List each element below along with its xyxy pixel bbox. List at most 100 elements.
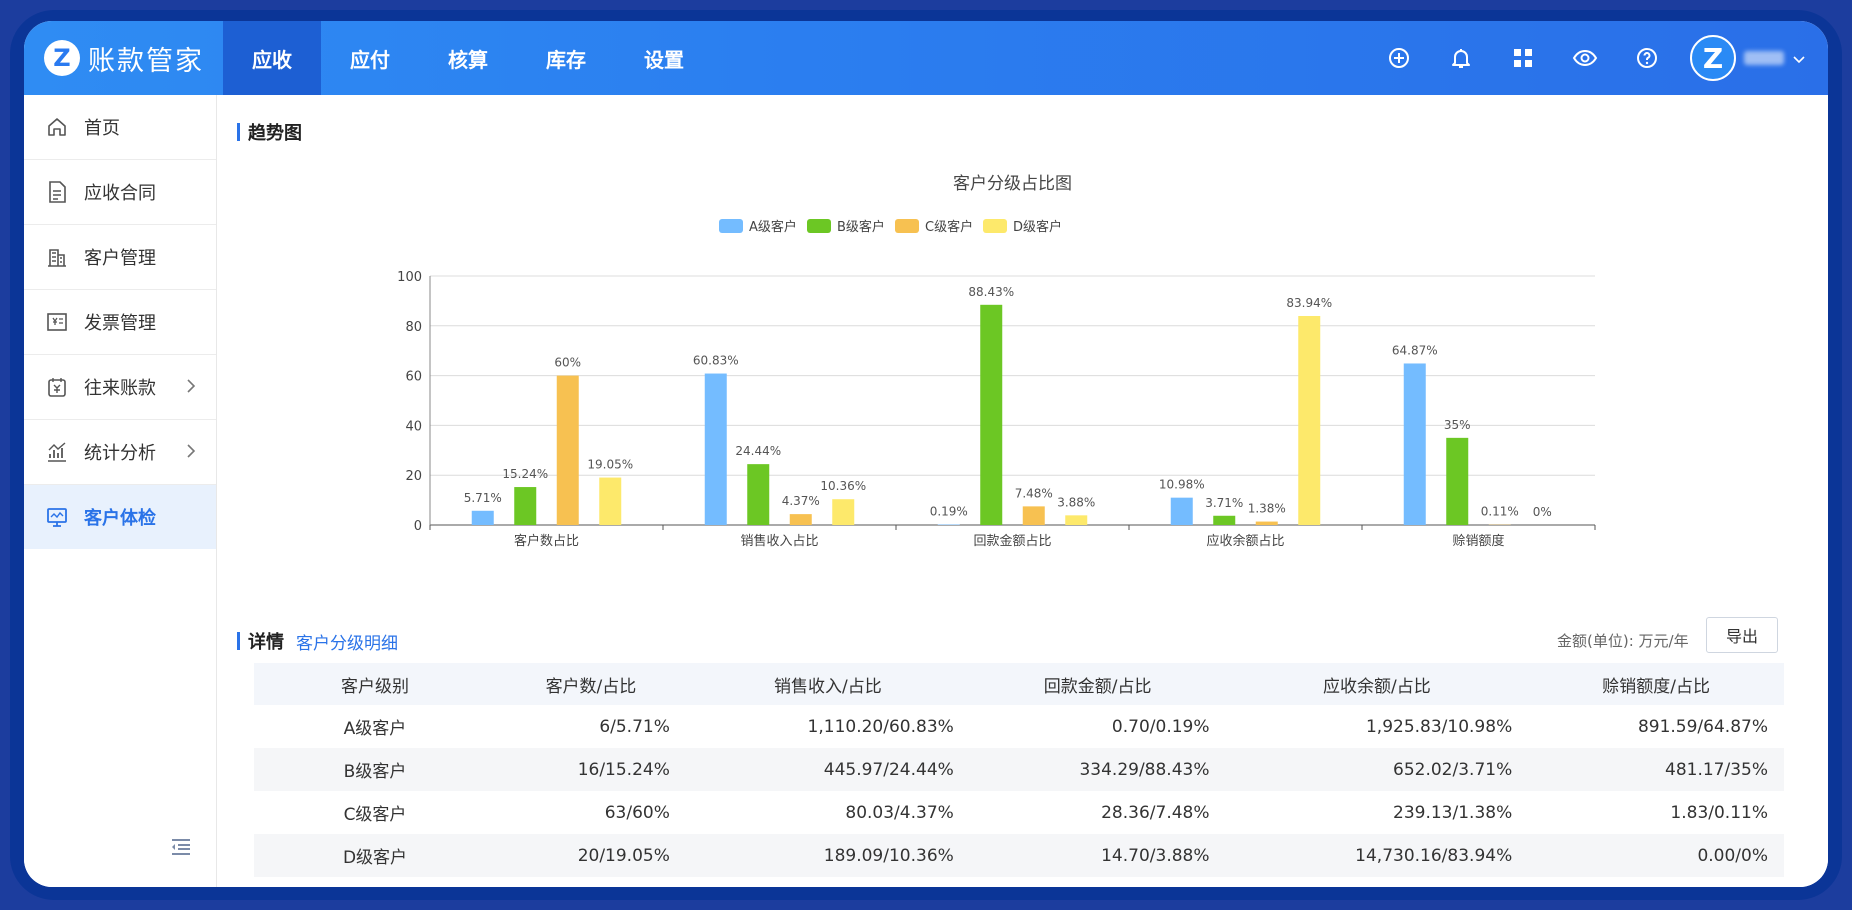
nav-item-payable[interactable]: 应付	[321, 21, 419, 95]
col-header-sales[interactable]: 销售收入/占比	[685, 663, 970, 705]
plus-circle-icon[interactable]	[1368, 21, 1430, 95]
customer-grade-detail-link[interactable]: 客户分级明细	[296, 629, 398, 654]
cell-credit: 891.59/64.87%	[1637, 716, 1768, 737]
sidebar-item-label: 客户体检	[84, 508, 156, 529]
sidebar-item-contracts[interactable]: 应收合同	[24, 160, 216, 225]
bar[interactable]	[514, 487, 537, 525]
user-name-blurred[interactable]	[1744, 51, 1784, 65]
bar-data-label: 0.11%	[1481, 505, 1519, 519]
bar[interactable]	[789, 514, 812, 525]
detail-section-title: 详情 客户分级明细	[237, 628, 398, 654]
bar[interactable]	[1255, 521, 1278, 525]
x-category-label: 客户数占比	[514, 533, 579, 549]
help-icon[interactable]	[1616, 21, 1678, 95]
legend-swatch[interactable]	[983, 219, 1007, 233]
y-tick-label: 60	[405, 370, 422, 385]
bar-data-label: 10.98%	[1159, 478, 1205, 492]
x-category-label: 销售收入占比	[740, 533, 818, 549]
cell-sales: 1,110.20/60.83%	[807, 716, 954, 737]
sidebar-item-label: 客户管理	[84, 248, 156, 269]
nav-item-inventory[interactable]: 库存	[517, 21, 615, 95]
legend-label[interactable]: B级客户	[837, 219, 885, 235]
bar-data-label: 83.94%	[1286, 296, 1332, 310]
cell-grade: D级客户	[254, 834, 496, 877]
legend-label[interactable]: C级客户	[925, 219, 973, 235]
chart-title: 客户分级占比图	[953, 174, 1072, 194]
bar[interactable]	[1022, 506, 1045, 525]
bar-data-label: 0%	[1533, 505, 1552, 519]
bar[interactable]	[1065, 515, 1088, 525]
x-category-label: 赊销额度	[1452, 533, 1504, 549]
sidebar-item-accounts[interactable]: 往来账款	[24, 355, 216, 420]
bar[interactable]	[1170, 497, 1193, 525]
bar[interactable]	[556, 375, 579, 525]
chevron-down-icon[interactable]	[1792, 49, 1806, 68]
document-icon	[44, 179, 70, 205]
cell-grade: B级客户	[254, 748, 496, 791]
user-avatar[interactable]: Z	[1690, 35, 1736, 81]
legend-swatch[interactable]	[807, 219, 831, 233]
bar-data-label: 5.71%	[464, 491, 502, 505]
collapse-sidebar-icon[interactable]	[170, 837, 192, 861]
bar[interactable]	[1403, 363, 1426, 525]
bar[interactable]	[832, 499, 855, 525]
col-header-credit[interactable]: 赊销额度/占比	[1528, 663, 1784, 705]
bar[interactable]	[471, 510, 494, 525]
apps-grid-icon[interactable]	[1492, 21, 1554, 95]
col-header-receivable[interactable]: 应收余额/占比	[1225, 663, 1529, 705]
bar[interactable]	[1298, 315, 1321, 525]
sidebar-item-invoices[interactable]: 发票管理	[24, 290, 216, 355]
customer-grade-chart: 客户分级占比图 A级客户 B级客户 C级客户 D级客户 0 20 40 60 80 100 客户数占比…	[397, 174, 1596, 549]
logo-mark: Z	[44, 40, 80, 76]
bar[interactable]	[747, 464, 770, 525]
section-marker	[237, 632, 240, 650]
col-header-customer-count[interactable]: 客户数/占比	[496, 663, 686, 705]
bar[interactable]	[1446, 437, 1469, 525]
table-row[interactable]: D级客户 20/19.05% 189.09/10.36% 14.70/3.88%…	[254, 834, 1784, 877]
cell-credit: 1.83/0.11%	[1670, 802, 1768, 823]
export-button[interactable]: 导出	[1706, 617, 1778, 653]
sidebar-item-customers[interactable]: 客户管理	[24, 225, 216, 290]
legend-swatch[interactable]	[895, 219, 919, 233]
cell-customer-count: 6/5.71%	[599, 716, 670, 737]
table-row[interactable]: A级客户 6/5.71% 1,110.20/60.83% 0.70/0.19% …	[254, 705, 1784, 748]
legend-label[interactable]: A级客户	[749, 219, 797, 235]
bar[interactable]	[704, 373, 727, 525]
cell-customer-count: 20/19.05%	[496, 834, 686, 877]
bell-icon[interactable]	[1430, 21, 1492, 95]
sidebar-item-customer-checkup[interactable]: 客户体检	[24, 485, 216, 549]
table-header-row: 客户级别 客户数/占比 销售收入/占比 回款金额/占比 应收余额/占比 赊销额度…	[254, 663, 1784, 705]
bar-data-label: 1.38%	[1248, 502, 1286, 516]
legend-swatch[interactable]	[719, 219, 743, 233]
eye-icon[interactable]	[1554, 21, 1616, 95]
bar-data-label: 88.43%	[968, 285, 1014, 299]
nav-item-settings[interactable]: 设置	[615, 21, 713, 95]
col-header-collection[interactable]: 回款金额/占比	[969, 663, 1226, 705]
bar[interactable]	[980, 304, 1003, 525]
bar-data-label: 0.19%	[930, 505, 968, 519]
sidebar-item-home[interactable]: 首页	[24, 95, 216, 160]
cell-sales: 80.03/4.37%	[845, 802, 954, 823]
cell-receivable: 1,925.83/10.98%	[1365, 716, 1513, 737]
nav-item-receivable[interactable]: 应收	[223, 21, 321, 95]
header-tools: Z	[1368, 21, 1806, 95]
invoice-icon	[44, 309, 70, 335]
y-tick-label: 0	[414, 519, 422, 534]
sidebar-item-statistics[interactable]: 统计分析	[24, 420, 216, 485]
nav-item-accounting[interactable]: 核算	[419, 21, 517, 95]
cell-collection: 334.29/88.43%	[969, 748, 1226, 791]
app-window: Z 账款管家 应收 应付 核算 库存 设置 Z 首页 应收合同 客户管理 发票管…	[24, 21, 1828, 887]
x-category-label: 回款金额占比	[973, 533, 1051, 549]
bar-data-label: 3.71%	[1205, 496, 1243, 510]
bar[interactable]	[1213, 515, 1236, 525]
legend-label[interactable]: D级客户	[1013, 219, 1062, 235]
app-logo[interactable]: Z 账款管家	[44, 37, 204, 79]
bar[interactable]	[599, 477, 622, 525]
cell-customer-count: 16/15.24%	[496, 748, 686, 791]
col-header-grade[interactable]: 客户级别	[254, 663, 496, 705]
table-row[interactable]: B级客户 16/15.24% 445.97/24.44% 334.29/88.4…	[254, 748, 1784, 791]
table-row[interactable]: C级客户 63/60% 80.03/4.37% 28.36/7.48% 239.…	[254, 791, 1784, 834]
cell-grade: C级客户	[343, 805, 407, 825]
top-bar: Z 账款管家 应收 应付 核算 库存 设置 Z	[24, 21, 1828, 95]
unit-label: 金额(单位): 万元/年	[1557, 632, 1689, 650]
